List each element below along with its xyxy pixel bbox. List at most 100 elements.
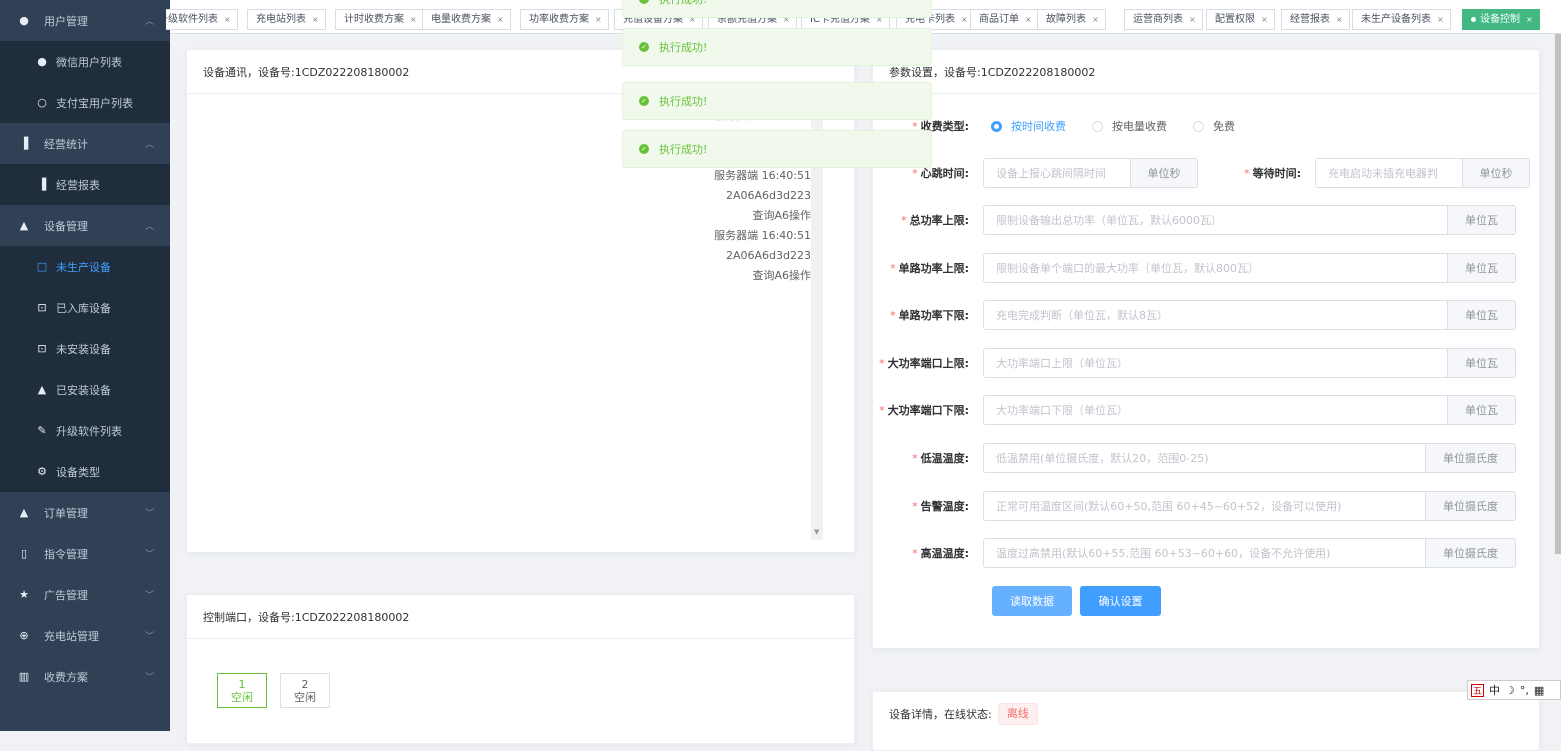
sidebar: ● 用户管理 ︿ ● 微信用户列表 ○ 支付宝用户列表 ▐ 经营统计 ︿ ▐ 经营报表 ▲ 设备管理 ︿ □ 未… <box>0 0 170 731</box>
sidebar-item-label: 未生产设备 <box>56 260 111 274</box>
tab-10[interactable]: 故障列表 × <box>1037 9 1106 30</box>
device-detail-title: 设备详情，在线状态: <box>889 708 992 721</box>
sidebar-item-5[interactable]: ▲ 设备管理 ︿ <box>0 205 170 246</box>
param-unit: 单位摄氏度 <box>1425 492 1515 520</box>
sidebar-item-12[interactable]: ▲ 订单管理 ﹀ <box>0 492 170 533</box>
heartbeat-input[interactable] <box>984 159 1130 187</box>
sidebar-item-label: 收费方案 <box>44 670 88 684</box>
sidebar-item-7[interactable]: ⊡ 已入库设备 <box>0 287 170 328</box>
close-icon[interactable]: × <box>1025 10 1032 29</box>
scroll-down-icon[interactable]: ▼ <box>814 528 819 536</box>
param-label: * 总功率上限: <box>873 212 983 228</box>
sidebar-item-6[interactable]: □ 未生产设备 <box>0 246 170 287</box>
fee-type-radio-1[interactable]: 按电量收费 <box>1092 118 1167 134</box>
param-row-6: *告警温度: 单位摄氏度 <box>873 491 1539 521</box>
tab-15[interactable]: 设备控制 × <box>1462 9 1540 30</box>
close-icon[interactable]: × <box>1189 10 1196 29</box>
close-icon[interactable]: × <box>1526 10 1533 29</box>
param-input[interactable] <box>984 206 1447 234</box>
sidebar-item-2[interactable]: ○ 支付宝用户列表 <box>0 82 170 123</box>
param-label: * 低温温度: <box>873 450 983 466</box>
param-input[interactable] <box>984 254 1447 282</box>
success-toast: ✓ 执行成功! <box>622 0 932 18</box>
fee-type-radio-0[interactable]: 按时间收费 <box>991 118 1066 134</box>
tab-9[interactable]: 商品订单 × <box>970 9 1039 30</box>
wait-label: * 等待时间: <box>1198 165 1315 181</box>
param-label-text: 总功率上限: <box>909 214 969 227</box>
sidebar-item-1[interactable]: ● 微信用户列表 <box>0 41 170 82</box>
close-icon[interactable]: × <box>595 10 602 29</box>
sidebar-item-label: 指令管理 <box>44 547 88 561</box>
sidebar-item-14[interactable]: ★ 广告管理 ﹀ <box>0 574 170 615</box>
heartbeat-input-group: 单位秒 <box>983 158 1198 188</box>
param-label-text: 单路功率下限: <box>898 309 969 322</box>
ime-logo-icon: 五 <box>1471 683 1484 697</box>
sidebar-item-10[interactable]: ✎ 升级软件列表 <box>0 410 170 451</box>
tab-0[interactable]: 升级软件列表 × <box>166 9 238 30</box>
sidebar-item-11[interactable]: ⚙ 设备类型 <box>0 451 170 492</box>
sidebar-item-13[interactable]: ▯ 指令管理 ﹀ <box>0 533 170 574</box>
param-input[interactable] <box>984 396 1447 424</box>
close-icon[interactable]: × <box>224 10 231 29</box>
sidebar-item-label: 已入库设备 <box>56 301 111 315</box>
user-outline-icon: ○ <box>37 96 47 109</box>
sidebar-item-9[interactable]: ▲ 已安装设备 <box>0 369 170 410</box>
chevron-down-icon: ﹀ <box>144 632 154 642</box>
close-icon[interactable]: × <box>1336 10 1343 29</box>
sidebar-item-3[interactable]: ▐ 经营统计 ︿ <box>0 123 170 164</box>
punctuation-icon: °, <box>1519 683 1529 697</box>
confirm-settings-button[interactable]: 确认设置 <box>1080 586 1161 616</box>
control-port-card: 控制端口，设备号:1CDZ022208180002 1 空闲 2 空闲 <box>186 594 855 744</box>
sidebar-item-0[interactable]: ● 用户管理 ︿ <box>0 0 170 41</box>
sidebar-item-label: 未安装设备 <box>56 342 111 356</box>
required-mark: * <box>1244 167 1250 180</box>
device-comm-card: 设备通讯，设备号:1CDZ022208180002 服务器端 16:40:50服… <box>186 49 855 553</box>
close-icon[interactable]: × <box>1437 10 1444 29</box>
sidebar-item-4[interactable]: ▐ 经营报表 <box>0 164 170 205</box>
param-input[interactable] <box>984 539 1425 567</box>
tab-1[interactable]: 充电站列表 × <box>247 9 326 30</box>
close-icon[interactable]: × <box>961 10 968 29</box>
param-input[interactable] <box>984 301 1447 329</box>
param-label-text: 告警温度: <box>920 500 969 513</box>
param-unit: 单位摄氏度 <box>1425 539 1515 567</box>
wait-input[interactable] <box>1316 159 1462 187</box>
fee-type-radio-2[interactable]: 免费 <box>1193 118 1235 134</box>
port-button-2[interactable]: 2 空闲 <box>280 673 330 708</box>
page-scrollbar[interactable] <box>1555 34 1561 554</box>
param-row-5: *低温温度: 单位摄氏度 <box>873 443 1539 473</box>
sidebar-item-label: 设备管理 <box>44 219 88 233</box>
log-line: 2A06A6d3d223 <box>725 249 811 262</box>
book-icon: ▥ <box>18 670 30 683</box>
required-mark: * <box>912 500 918 513</box>
close-icon[interactable]: × <box>1261 10 1268 29</box>
close-icon[interactable]: × <box>497 10 504 29</box>
sidebar-item-16[interactable]: ▥ 收费方案 ﹀ <box>0 656 170 697</box>
tab-11[interactable]: 运营商列表 × <box>1124 9 1203 30</box>
close-icon[interactable]: × <box>1092 10 1099 29</box>
tab-4[interactable]: 功率收费方案 × <box>520 9 609 30</box>
close-icon[interactable]: × <box>410 10 417 29</box>
chevron-up-icon: ︿ <box>144 140 154 150</box>
device-detail-header: 设备详情，在线状态: 离线 <box>873 692 1539 736</box>
param-input[interactable] <box>984 444 1425 472</box>
required-mark: * <box>890 309 896 322</box>
param-input-group: 单位瓦 <box>983 348 1516 378</box>
chevron-down-icon: ﹀ <box>144 550 154 560</box>
param-input[interactable] <box>984 349 1447 377</box>
tab-13[interactable]: 经营报表 × <box>1281 9 1350 30</box>
port-button-1[interactable]: 1 空闲 <box>217 673 267 708</box>
tab-14[interactable]: 未生产设备列表 × <box>1352 9 1451 30</box>
param-input[interactable] <box>984 492 1425 520</box>
sidebar-item-label: 广告管理 <box>44 588 88 602</box>
read-data-button[interactable]: 读取数据 <box>992 586 1072 616</box>
ime-toolbar[interactable]: 五 中 ☽ °, ▦ <box>1467 680 1561 700</box>
close-icon[interactable]: × <box>312 10 319 29</box>
tab-2[interactable]: 计时收费方案 × <box>335 9 424 30</box>
tab-3[interactable]: 电量收费方案 × <box>422 9 511 30</box>
tab-12[interactable]: 配置权限 × <box>1206 9 1275 30</box>
sidebar-item-8[interactable]: ⊡ 未安装设备 <box>0 328 170 369</box>
sidebar-item-15[interactable]: ⊕ 充电站管理 ﹀ <box>0 615 170 656</box>
param-settings-card: 参数设置，设备号:1CDZ022208180002 * 收费类型: 按时间收费 按电… <box>872 49 1540 649</box>
param-label: * 大功率端口下限: <box>873 402 983 418</box>
